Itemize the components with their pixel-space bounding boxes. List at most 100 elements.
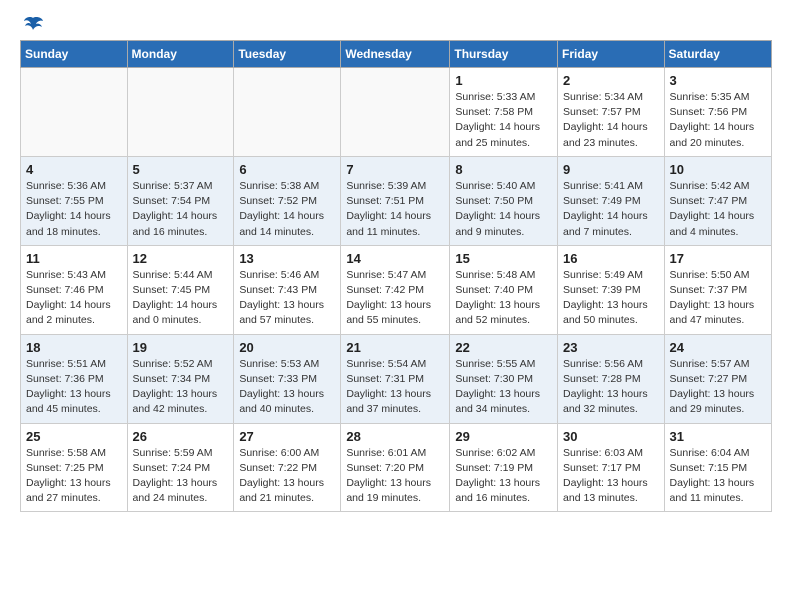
day-number: 2 xyxy=(563,73,659,88)
calendar-cell: 13 Sunrise: 5:46 AMSunset: 7:43 PMDayligh… xyxy=(234,245,341,334)
calendar-cell: 1 Sunrise: 5:33 AMSunset: 7:58 PMDaylight… xyxy=(450,68,558,157)
day-info: Sunrise: 5:37 AMSunset: 7:54 PMDaylight:… xyxy=(133,179,229,240)
calendar-cell xyxy=(21,68,128,157)
calendar-cell: 16Sunrise: 5:49 AMSunset: 7:39 PMDayligh… xyxy=(558,245,665,334)
calendar-cell: 20 Sunrise: 5:53 AMSunset: 7:33 PMDayligh… xyxy=(234,334,341,423)
day-number: 29 xyxy=(455,429,552,444)
day-header-thursday: Thursday xyxy=(450,41,558,68)
calendar-cell: 27 Sunrise: 6:00 AMSunset: 7:22 PMDayligh… xyxy=(234,423,341,512)
calendar-cell xyxy=(341,68,450,157)
day-number: 21 xyxy=(346,340,444,355)
day-number: 12 xyxy=(133,251,229,266)
calendar-cell: 2Sunrise: 5:34 AMSunset: 7:57 PMDaylight… xyxy=(558,68,665,157)
day-info: Sunrise: 5:50 AMSunset: 7:37 PMDaylight:… xyxy=(670,268,766,329)
day-info: Sunrise: 6:04 AMSunset: 7:15 PMDaylight:… xyxy=(670,446,766,507)
day-header-friday: Friday xyxy=(558,41,665,68)
day-number: 13 xyxy=(239,251,335,266)
calendar-cell: 22Sunrise: 5:55 AMSunset: 7:30 PMDayligh… xyxy=(450,334,558,423)
day-number: 3 xyxy=(670,73,766,88)
day-number: 19 xyxy=(133,340,229,355)
day-number: 14 xyxy=(346,251,444,266)
day-header-sunday: Sunday xyxy=(21,41,128,68)
day-info: Sunrise: 5:48 AMSunset: 7:40 PMDaylight:… xyxy=(455,268,552,329)
day-number: 9 xyxy=(563,162,659,177)
calendar-cell: 9 Sunrise: 5:41 AMSunset: 7:49 PMDaylight… xyxy=(558,156,665,245)
logo-bird-icon xyxy=(22,16,44,36)
calendar-cell: 19 Sunrise: 5:52 AMSunset: 7:34 PMDayligh… xyxy=(127,334,234,423)
day-info: Sunrise: 5:57 AMSunset: 7:27 PMDaylight:… xyxy=(670,357,766,418)
day-number: 5 xyxy=(133,162,229,177)
calendar-cell: 14 Sunrise: 5:47 AMSunset: 7:42 PMDayligh… xyxy=(341,245,450,334)
day-number: 7 xyxy=(346,162,444,177)
header xyxy=(20,16,772,32)
day-number: 28 xyxy=(346,429,444,444)
calendar-cell: 6 Sunrise: 5:38 AMSunset: 7:52 PMDaylight… xyxy=(234,156,341,245)
calendar-cell: 23 Sunrise: 5:56 AMSunset: 7:28 PMDayligh… xyxy=(558,334,665,423)
day-info: Sunrise: 6:01 AMSunset: 7:20 PMDaylight:… xyxy=(346,446,444,507)
calendar-cell: 11 Sunrise: 5:43 AMSunset: 7:46 PMDayligh… xyxy=(21,245,128,334)
day-info: Sunrise: 5:43 AMSunset: 7:46 PMDaylight:… xyxy=(26,268,122,329)
calendar-cell: 26 Sunrise: 5:59 AMSunset: 7:24 PMDayligh… xyxy=(127,423,234,512)
calendar-cell: 18 Sunrise: 5:51 AMSunset: 7:36 PMDayligh… xyxy=(21,334,128,423)
day-info: Sunrise: 6:00 AMSunset: 7:22 PMDaylight:… xyxy=(239,446,335,507)
day-info: Sunrise: 5:39 AMSunset: 7:51 PMDaylight:… xyxy=(346,179,444,240)
logo xyxy=(20,16,44,32)
day-info: Sunrise: 5:42 AMSunset: 7:47 PMDaylight:… xyxy=(670,179,766,240)
calendar-cell: 31 Sunrise: 6:04 AMSunset: 7:15 PMDayligh… xyxy=(664,423,771,512)
calendar-cell: 30Sunrise: 6:03 AMSunset: 7:17 PMDayligh… xyxy=(558,423,665,512)
calendar-cell: 15 Sunrise: 5:48 AMSunset: 7:40 PMDayligh… xyxy=(450,245,558,334)
day-number: 10 xyxy=(670,162,766,177)
day-info: Sunrise: 5:40 AMSunset: 7:50 PMDaylight:… xyxy=(455,179,552,240)
day-info: Sunrise: 5:46 AMSunset: 7:43 PMDaylight:… xyxy=(239,268,335,329)
day-header-monday: Monday xyxy=(127,41,234,68)
day-info: Sunrise: 5:35 AMSunset: 7:56 PMDaylight:… xyxy=(670,90,766,151)
calendar-cell: 10 Sunrise: 5:42 AMSunset: 7:47 PMDayligh… xyxy=(664,156,771,245)
day-number: 24 xyxy=(670,340,766,355)
day-info: Sunrise: 5:54 AMSunset: 7:31 PMDaylight:… xyxy=(346,357,444,418)
calendar-cell: 25 Sunrise: 5:58 AMSunset: 7:25 PMDayligh… xyxy=(21,423,128,512)
day-number: 25 xyxy=(26,429,122,444)
day-number: 26 xyxy=(133,429,229,444)
day-number: 23 xyxy=(563,340,659,355)
day-number: 31 xyxy=(670,429,766,444)
day-info: Sunrise: 5:47 AMSunset: 7:42 PMDaylight:… xyxy=(346,268,444,329)
calendar-cell: 29 Sunrise: 6:02 AMSunset: 7:19 PMDayligh… xyxy=(450,423,558,512)
day-info: Sunrise: 5:49 AMSunset: 7:39 PMDaylight:… xyxy=(563,268,659,329)
day-number: 11 xyxy=(26,251,122,266)
day-info: Sunrise: 5:56 AMSunset: 7:28 PMDaylight:… xyxy=(563,357,659,418)
calendar-cell: 8 Sunrise: 5:40 AMSunset: 7:50 PMDaylight… xyxy=(450,156,558,245)
day-header-tuesday: Tuesday xyxy=(234,41,341,68)
day-number: 20 xyxy=(239,340,335,355)
day-info: Sunrise: 5:36 AMSunset: 7:55 PMDaylight:… xyxy=(26,179,122,240)
day-number: 18 xyxy=(26,340,122,355)
day-number: 1 xyxy=(455,73,552,88)
day-info: Sunrise: 6:02 AMSunset: 7:19 PMDaylight:… xyxy=(455,446,552,507)
calendar-cell: 17 Sunrise: 5:50 AMSunset: 7:37 PMDayligh… xyxy=(664,245,771,334)
day-number: 8 xyxy=(455,162,552,177)
day-number: 6 xyxy=(239,162,335,177)
day-header-wednesday: Wednesday xyxy=(341,41,450,68)
day-number: 15 xyxy=(455,251,552,266)
day-info: Sunrise: 5:59 AMSunset: 7:24 PMDaylight:… xyxy=(133,446,229,507)
calendar-cell xyxy=(234,68,341,157)
day-number: 17 xyxy=(670,251,766,266)
day-info: Sunrise: 5:51 AMSunset: 7:36 PMDaylight:… xyxy=(26,357,122,418)
calendar-cell: 4 Sunrise: 5:36 AMSunset: 7:55 PMDaylight… xyxy=(21,156,128,245)
day-info: Sunrise: 5:44 AMSunset: 7:45 PMDaylight:… xyxy=(133,268,229,329)
day-header-saturday: Saturday xyxy=(664,41,771,68)
calendar-table: SundayMondayTuesdayWednesdayThursdayFrid… xyxy=(20,40,772,512)
day-number: 30 xyxy=(563,429,659,444)
calendar-cell: 28 Sunrise: 6:01 AMSunset: 7:20 PMDayligh… xyxy=(341,423,450,512)
day-number: 27 xyxy=(239,429,335,444)
day-info: Sunrise: 5:53 AMSunset: 7:33 PMDaylight:… xyxy=(239,357,335,418)
day-number: 4 xyxy=(26,162,122,177)
day-info: Sunrise: 5:33 AMSunset: 7:58 PMDaylight:… xyxy=(455,90,552,151)
calendar-cell: 5 Sunrise: 5:37 AMSunset: 7:54 PMDaylight… xyxy=(127,156,234,245)
day-info: Sunrise: 5:41 AMSunset: 7:49 PMDaylight:… xyxy=(563,179,659,240)
calendar-cell: 24 Sunrise: 5:57 AMSunset: 7:27 PMDayligh… xyxy=(664,334,771,423)
calendar-cell: 12 Sunrise: 5:44 AMSunset: 7:45 PMDayligh… xyxy=(127,245,234,334)
day-info: Sunrise: 5:58 AMSunset: 7:25 PMDaylight:… xyxy=(26,446,122,507)
day-info: Sunrise: 5:38 AMSunset: 7:52 PMDaylight:… xyxy=(239,179,335,240)
calendar-cell: 7 Sunrise: 5:39 AMSunset: 7:51 PMDaylight… xyxy=(341,156,450,245)
day-info: Sunrise: 5:52 AMSunset: 7:34 PMDaylight:… xyxy=(133,357,229,418)
